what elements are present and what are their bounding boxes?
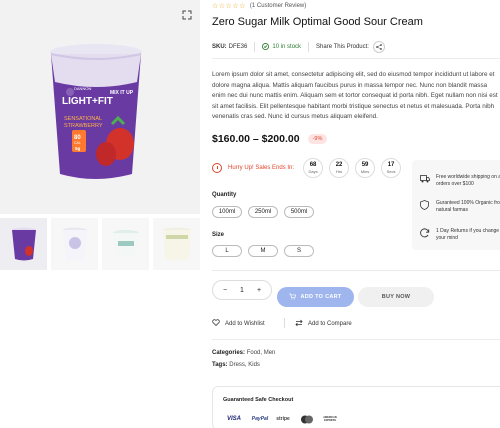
size-options: L M S — [212, 245, 314, 257]
feature-shipping: Free worldwide shipping on all orders ov… — [420, 174, 500, 188]
mastercard-icon — [299, 413, 315, 425]
refresh-icon — [420, 228, 430, 238]
product-description: Lorem ipsum dolor sit amet, consectetur … — [212, 71, 498, 120]
cup-line-text: LIGHT+FIT — [62, 96, 113, 107]
main-product-image[interactable]: DANNON LIGHT+FIT MIX IT UP SENSATIONAL S… — [0, 0, 200, 214]
feature-text: 1 Day Returns if you change your mind — [436, 228, 500, 241]
size-option[interactable]: M — [248, 245, 278, 257]
safe-checkout-box: Guaranteed Safe Checkout VISA PayPal str… — [212, 386, 500, 428]
cup-brand-text: DANNON — [74, 86, 91, 91]
feature-text: Free worldwide shipping on all orders ov… — [436, 174, 500, 187]
thumbnail-2[interactable] — [51, 218, 98, 270]
categories: Categories: Food, Men — [212, 350, 275, 356]
quantity-label: Quantity — [212, 192, 237, 198]
wishlist-label: Add to Wishlist — [225, 320, 265, 327]
share-icon[interactable] — [372, 41, 385, 53]
review-count-link[interactable]: (1 Customer Review) — [250, 3, 306, 9]
cup-flavor-2: STRAWBERRY — [64, 123, 103, 129]
price-row: $160.00 – $200.00 -9% — [212, 133, 328, 145]
sku-label: SKU: — [212, 44, 227, 50]
clock-icon — [212, 163, 222, 173]
sale-countdown: Hurry Up! Sales Ends In: 68 Days 22 Hrs 59… — [212, 158, 404, 178]
cart-icon — [289, 293, 297, 302]
add-to-cart-button[interactable]: ADD TO CART — [277, 287, 354, 307]
stock-status: 10 in stock — [262, 42, 302, 52]
rating-row: ☆☆☆☆☆ (1 Customer Review) — [212, 2, 306, 10]
tags-value[interactable]: Dress, Kids — [229, 362, 260, 368]
feature-organic: Guranteed 100% Organic from natural farm… — [420, 200, 500, 214]
cup-calories-unit: CAL — [74, 141, 81, 145]
price-range: $160.00 – $200.00 — [212, 133, 300, 145]
add-to-wishlist-link[interactable]: Add to Wishlist — [212, 319, 265, 328]
checkout-title: Guaranteed Safe Checkout — [223, 397, 294, 403]
yogurt-cup-illustration: DANNON LIGHT+FIT MIX IT UP SENSATIONAL S… — [50, 44, 142, 179]
quantity-stepper: − 1 + — [212, 280, 272, 300]
stock-text: 10 in stock — [272, 44, 302, 50]
heart-icon — [212, 319, 220, 328]
divider — [212, 339, 500, 340]
tags-label: Tags: — [212, 362, 228, 368]
visa-icon: VISA — [226, 416, 241, 422]
paypal-icon: PayPal — [251, 416, 269, 422]
thumbnail-strip — [0, 218, 200, 270]
quantity-option[interactable]: 250ml — [248, 206, 278, 218]
divider — [212, 58, 500, 59]
stripe-icon: stripe — [276, 416, 290, 422]
cup-flavor-1: SENSATIONAL — [64, 116, 102, 122]
thumbnail-1[interactable] — [0, 218, 47, 270]
add-to-compare-link[interactable]: Add to Compare — [295, 319, 352, 329]
add-to-cart-label: ADD TO CART — [300, 294, 342, 300]
check-circle-icon — [262, 42, 270, 52]
divider — [284, 318, 285, 328]
thumbnail-4[interactable] — [153, 218, 200, 270]
quantity-options: 100ml 250ml 500ml — [212, 206, 314, 218]
quantity-option[interactable]: 100ml — [212, 206, 242, 218]
countdown-hours: 22 Hrs — [329, 158, 350, 178]
countdown-days: 68 Days — [303, 158, 324, 178]
countdown-minutes: 59 Mins — [355, 158, 376, 178]
discount-badge: -9% — [307, 134, 328, 144]
qty-input[interactable]: 1 — [236, 287, 248, 294]
tags: Tags: Dress, Kids — [212, 362, 260, 368]
compare-icon — [295, 319, 303, 329]
sale-label: Hurry Up! Sales Ends In: — [228, 165, 295, 171]
share-label: Share This Product: — [316, 44, 369, 50]
product-title: Zero Sugar Milk Optimal Good Sour Cream — [212, 16, 423, 28]
shield-icon — [420, 200, 430, 210]
sku-value: DFE36 — [228, 44, 248, 50]
features-box: Free worldwide shipping on all orders ov… — [412, 160, 500, 250]
cup-protein: 5g — [75, 146, 81, 151]
qty-minus-button[interactable]: − — [219, 287, 231, 294]
truck-icon — [420, 174, 430, 184]
feature-returns: 1 Day Returns if you change your mind — [420, 228, 500, 242]
countdown-seconds: 17 Secs — [381, 158, 402, 178]
amex-icon: AMERICAN EXPRESS — [323, 416, 337, 422]
zoom-icon[interactable] — [180, 8, 194, 22]
thumbnail-3[interactable] — [102, 218, 149, 270]
size-option[interactable]: L — [212, 245, 242, 257]
qty-plus-button[interactable]: + — [253, 287, 265, 294]
compare-label: Add to Compare — [308, 321, 352, 327]
categories-value[interactable]: Food, Men — [247, 350, 276, 356]
divider — [212, 270, 500, 271]
buy-now-button[interactable]: BUY NOW — [358, 287, 434, 307]
quantity-option[interactable]: 500ml — [284, 206, 314, 218]
size-option[interactable]: S — [284, 245, 314, 257]
categories-label: Categories: — [212, 350, 246, 356]
cup-mix-text: MIX IT UP — [110, 90, 134, 96]
feature-text: Guranteed 100% Organic from natural farm… — [436, 200, 500, 213]
star-rating-icon: ☆☆☆☆☆ — [212, 3, 246, 10]
size-label: Size — [212, 232, 225, 238]
product-meta: SKU: DFE36 10 in stock Share This Produc… — [212, 41, 385, 53]
